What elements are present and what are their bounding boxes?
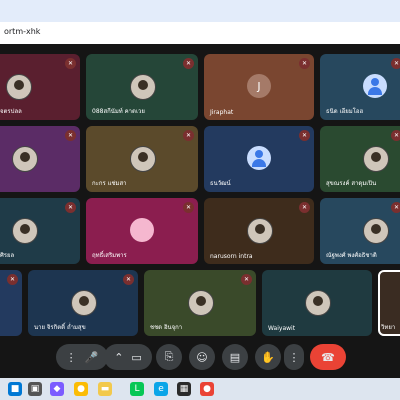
mic-off-icon: ✕ xyxy=(299,58,310,69)
meeting-controls: ⋮ 🎤 ⌃ ▭ ⎘ ☺ ▤ ✋ ⋮ ☎ xyxy=(0,344,400,372)
participant-tile[interactable]: ✕ 088สกีนัมท์ คาดเวย xyxy=(86,54,198,120)
sound-bars-icon: ⋮ xyxy=(65,350,77,364)
copilot-icon[interactable]: ◆ xyxy=(50,382,64,396)
participant-name: Waiyawit xyxy=(268,325,296,332)
address-bar[interactable]: ortm-xhk xyxy=(0,22,400,45)
avatar xyxy=(12,218,38,244)
avatar xyxy=(188,290,214,316)
avatar xyxy=(363,218,389,244)
participant-name: กะกร แช่มสา xyxy=(92,180,127,187)
participant-tile-selected[interactable]: วิทยา xyxy=(378,270,400,336)
url-text: ortm-xhk xyxy=(4,27,41,36)
chrome-icon[interactable]: ● xyxy=(74,382,88,396)
raise-hand-button[interactable]: ✋ xyxy=(255,344,281,370)
participant-tile[interactable]: ✕ ฤทธิ์เสริมพาร xyxy=(86,198,198,264)
mic-off-icon: ✕ xyxy=(391,58,400,69)
participant-name: ฤทธิ์เสริมพาร xyxy=(92,252,127,259)
participant-name: จตรปลล xyxy=(0,108,22,115)
mic-off-icon: ✕ xyxy=(299,202,310,213)
avatar xyxy=(247,218,273,244)
mic-off-icon: ✕ xyxy=(299,130,310,141)
participant-name: narusorn intra xyxy=(210,253,253,260)
participant-tile[interactable]: ✕ xyxy=(0,126,80,192)
start-icon[interactable]: ■ xyxy=(8,382,22,396)
edge-icon[interactable]: e xyxy=(154,382,168,396)
mic-off-icon: ✕ xyxy=(183,130,194,141)
participant-name: ธนิด เอียมโอฮ xyxy=(326,108,364,115)
participant-name: ศิรยล xyxy=(0,252,15,259)
phone-hangup-icon: ☎ xyxy=(321,350,335,364)
mic-off-icon: ✕ xyxy=(7,274,18,285)
participant-tile[interactable]: ✕ สุขณรงค์ สาดุมเปิน xyxy=(320,126,400,192)
camera-group[interactable]: ⌃ ▭ xyxy=(104,344,152,370)
avatar xyxy=(130,218,154,242)
mic-off-icon: ✕ xyxy=(183,58,194,69)
mic-off-icon: ✕ xyxy=(123,274,134,285)
emoji-icon: ☺ xyxy=(196,350,208,364)
present-button[interactable]: ⎘ xyxy=(156,344,182,370)
avatar xyxy=(130,146,156,172)
participant-name: ธนวัฒน์ xyxy=(210,180,231,187)
mic-off-icon: ✕ xyxy=(241,274,252,285)
taskbar: ■ ▣ ◆ ● ▬ L e ▦ ● xyxy=(0,378,400,400)
avatar xyxy=(12,146,38,172)
avatar xyxy=(6,74,32,100)
captions-icon: ▤ xyxy=(229,350,241,364)
camera-icon[interactable]: ▭ xyxy=(131,351,141,364)
avatar: J xyxy=(247,74,271,98)
participant-name: สุขณรงค์ สาดุมเปิน xyxy=(326,180,377,187)
mic-off-icon: ✕ xyxy=(65,130,76,141)
mic-off-icon: ✕ xyxy=(65,58,76,69)
meeting-grid: ✕ จตรปลล ✕ 088สกีนัมท์ คาดเวย J ✕ Jiraph… xyxy=(0,44,400,378)
participant-tile[interactable]: ✕ xyxy=(0,270,22,336)
chevron-up-icon[interactable]: ⌃ xyxy=(114,351,123,364)
avatar xyxy=(247,146,271,170)
file-explorer-icon[interactable]: ▬ xyxy=(98,382,112,396)
avatar xyxy=(130,74,156,100)
participant-tile[interactable]: Waiyawit xyxy=(262,270,372,336)
avatar xyxy=(363,146,389,172)
participant-name: นาย จิรกิตติ์ ถ่ำมสุข xyxy=(34,324,86,331)
hand-icon: ✋ xyxy=(261,350,275,364)
mic-off-icon: ✕ xyxy=(391,202,400,213)
participant-tile[interactable]: J ✕ Jiraphat xyxy=(204,54,314,120)
mic-off-icon: ✕ xyxy=(65,202,76,213)
mic-off-icon: ✕ xyxy=(183,202,194,213)
avatar xyxy=(363,74,387,98)
participant-tile[interactable]: ✕ นาย จิรกิตติ์ ถ่ำมสุข xyxy=(28,270,138,336)
participant-tile[interactable]: ✕ ธนวัฒน์ xyxy=(204,126,314,192)
participant-tile[interactable]: ✕ ธนิด เอียมโอฮ xyxy=(320,54,400,120)
captions-button[interactable]: ▤ xyxy=(222,344,248,370)
more-options-button[interactable]: ⋮ xyxy=(284,344,304,370)
present-icon: ⎘ xyxy=(164,350,174,363)
participant-name: ชชด อินจุกา xyxy=(150,324,183,331)
participant-name: ณัฐพงศ์ พงศ์อธิชาติ xyxy=(326,252,377,259)
participant-tile[interactable]: ✕ จตรปลล xyxy=(0,54,80,120)
chrome-active-icon[interactable]: ● xyxy=(200,382,214,396)
task-view-icon[interactable]: ▣ xyxy=(28,382,42,396)
participant-name: วิทยา xyxy=(381,324,396,331)
mic-off-icon: ✕ xyxy=(391,130,400,141)
more-vert-icon: ⋮ xyxy=(288,350,300,364)
emoji-button[interactable]: ☺ xyxy=(189,344,215,370)
leave-call-button[interactable]: ☎ xyxy=(310,344,346,370)
line-icon[interactable]: L xyxy=(130,382,144,396)
participant-name: 088สกีนัมท์ คาดเวย xyxy=(92,108,145,115)
avatar xyxy=(305,290,331,316)
participant-name: Jiraphat xyxy=(210,109,234,116)
participant-tile[interactable]: ✕ narusorn intra xyxy=(204,198,314,264)
participant-tile[interactable]: ✕ ศิรยล xyxy=(0,198,80,264)
participant-tile[interactable]: ✕ กะกร แช่มสา xyxy=(86,126,198,192)
participant-tile[interactable]: ✕ ณัฐพงศ์ พงศ์อธิชาติ xyxy=(320,198,400,264)
avatar xyxy=(71,290,97,316)
mic-group[interactable]: ⋮ 🎤 xyxy=(56,344,108,370)
store-icon[interactable]: ▦ xyxy=(177,382,191,396)
browser-tab-strip xyxy=(0,0,400,22)
mic-icon[interactable]: 🎤 xyxy=(85,351,99,364)
participant-tile[interactable]: ✕ ชชด อินจุกา xyxy=(144,270,256,336)
